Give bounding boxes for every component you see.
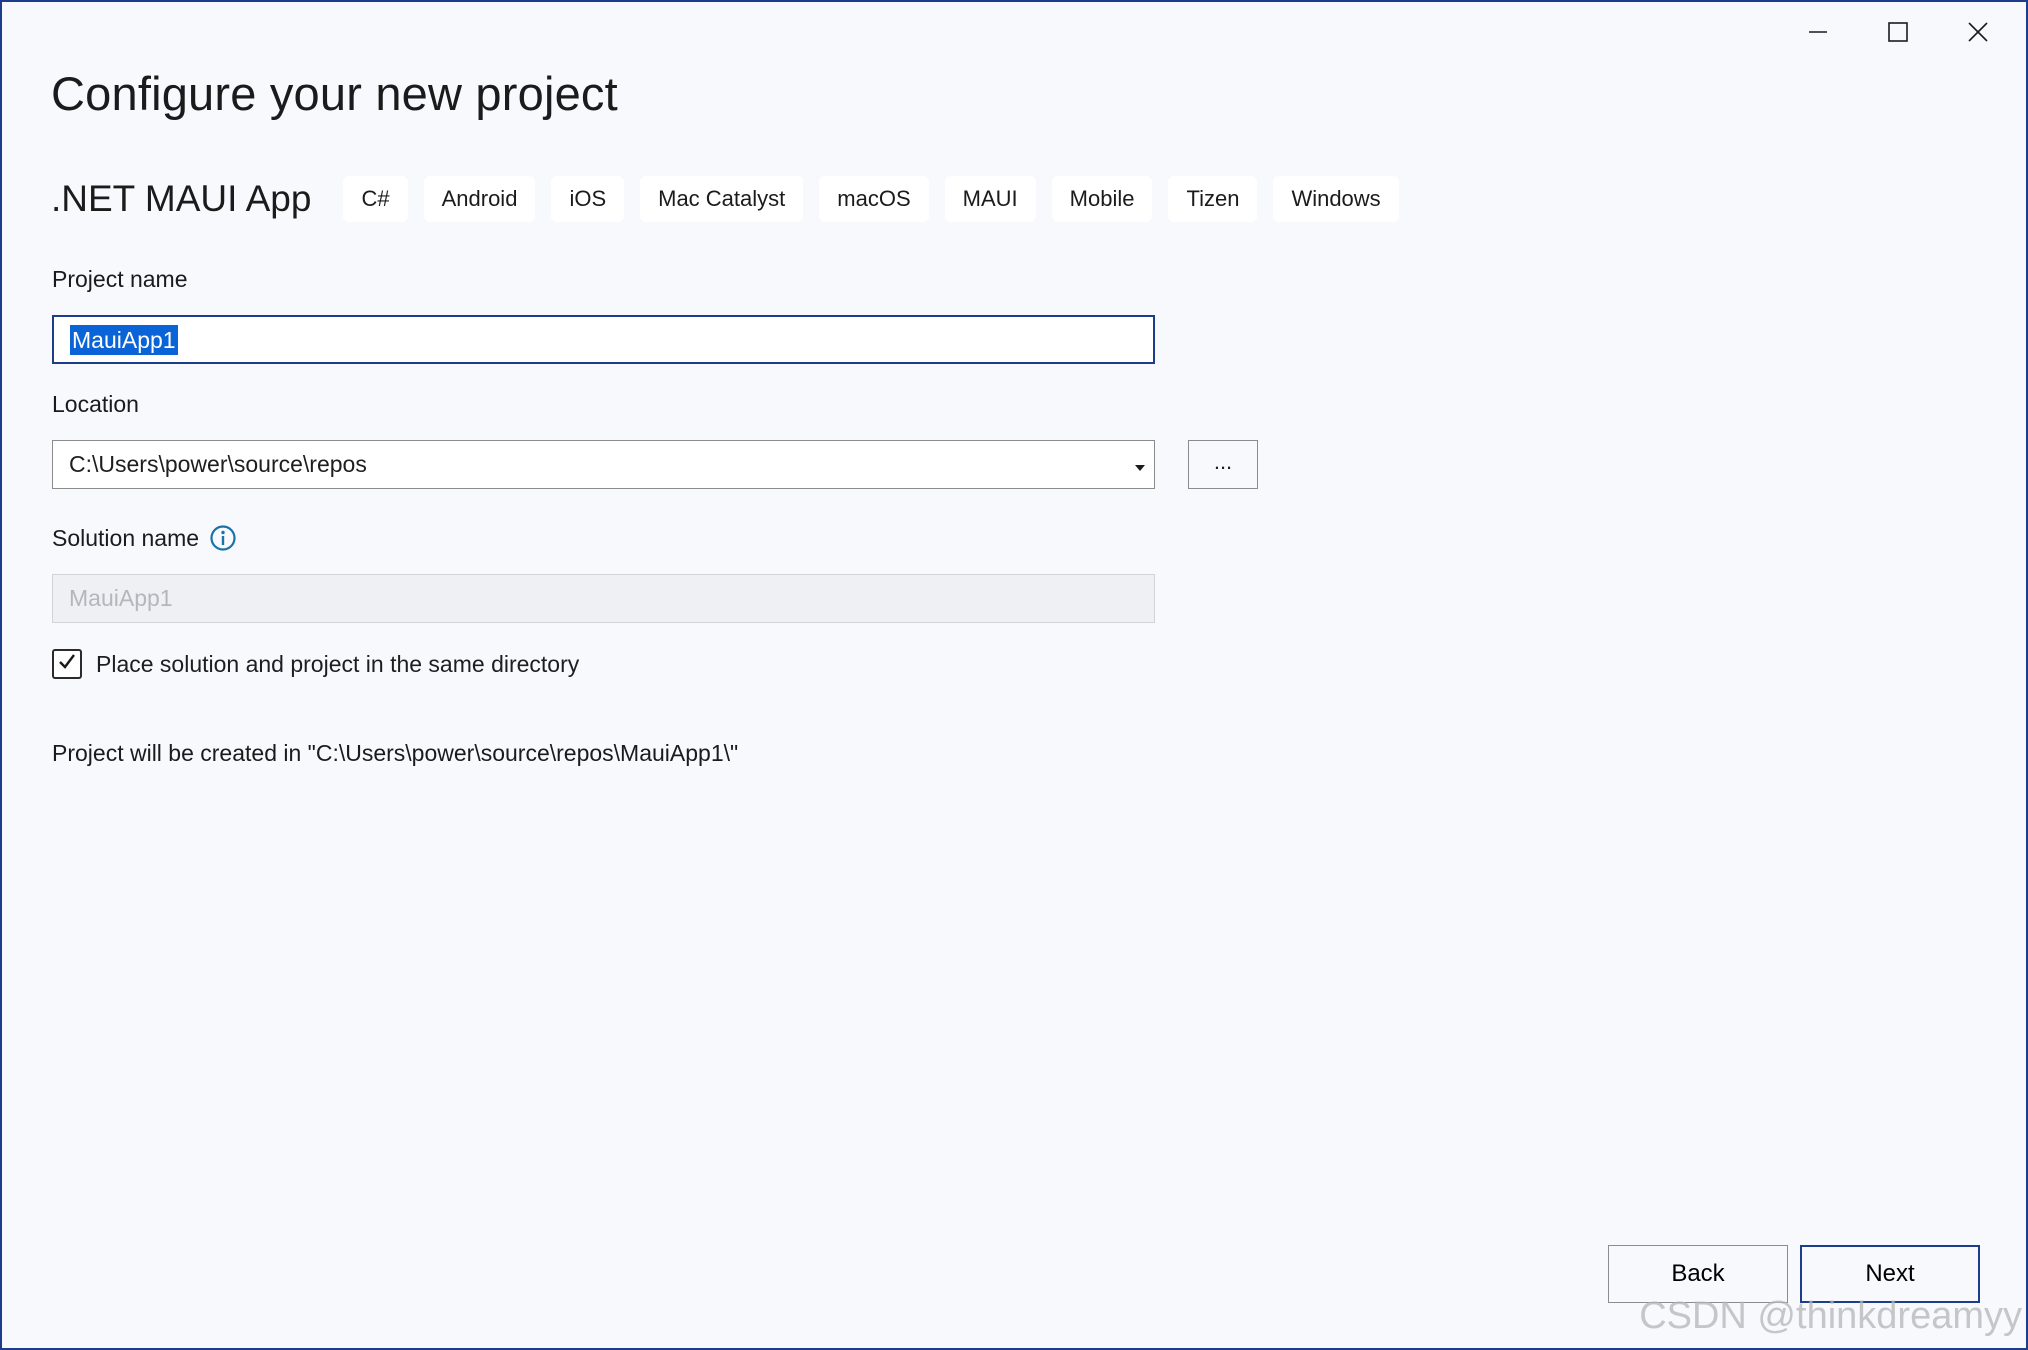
info-icon[interactable] (209, 524, 237, 552)
checkmark-icon (57, 651, 77, 678)
tag: C# (343, 176, 408, 222)
configure-project-window: Configure your new project .NET MAUI App… (0, 0, 2028, 1350)
same-directory-checkbox[interactable] (52, 649, 82, 679)
location-label: Location (52, 391, 139, 417)
tag: Tizen (1168, 176, 1258, 222)
solution-name-value: MauiApp1 (69, 585, 173, 611)
maximize-button[interactable] (1858, 8, 1938, 56)
project-path-info: Project will be created in "C:\Users\pow… (52, 740, 739, 766)
tag: Mac Catalyst (640, 176, 804, 222)
page-title: Configure your new project (51, 67, 618, 120)
close-button[interactable] (1938, 8, 2018, 56)
minimize-icon (1807, 21, 1829, 43)
project-name-value: MauiApp1 (70, 324, 178, 355)
location-select[interactable]: C:\Users\power\source\repos (52, 440, 1155, 489)
maximize-icon (1887, 21, 1909, 43)
caret-down-icon (1134, 451, 1146, 478)
template-name: .NET MAUI App (51, 178, 312, 219)
same-directory-option[interactable]: Place solution and project in the same d… (52, 649, 579, 679)
solution-name-input: MauiApp1 (52, 574, 1155, 623)
template-info: .NET MAUI App C# Android iOS Mac Catalys… (51, 176, 1399, 222)
browse-button[interactable]: ... (1188, 440, 1258, 489)
window-controls (1778, 8, 2018, 56)
tag: Android (423, 176, 536, 222)
location-value: C:\Users\power\source\repos (69, 451, 367, 477)
tag: Mobile (1051, 176, 1153, 222)
minimize-button[interactable] (1778, 8, 1858, 56)
watermark: CSDN @thinkdreamyy (1639, 1295, 2022, 1337)
project-name-label: Project name (52, 266, 188, 292)
template-tags: C# Android iOS Mac Catalyst macOS MAUI M… (343, 176, 1399, 222)
tag: iOS (551, 176, 625, 222)
project-name-input[interactable]: MauiApp1 (52, 315, 1155, 364)
tag: Windows (1273, 176, 1399, 222)
tag: macOS (819, 176, 929, 222)
dropdown-arrow-button[interactable] (1126, 441, 1154, 488)
close-icon (1967, 21, 1989, 43)
solution-name-label-row: Solution name (52, 524, 237, 552)
same-directory-label: Place solution and project in the same d… (96, 650, 580, 677)
solution-name-label: Solution name (52, 524, 200, 551)
tag: MAUI (944, 176, 1036, 222)
